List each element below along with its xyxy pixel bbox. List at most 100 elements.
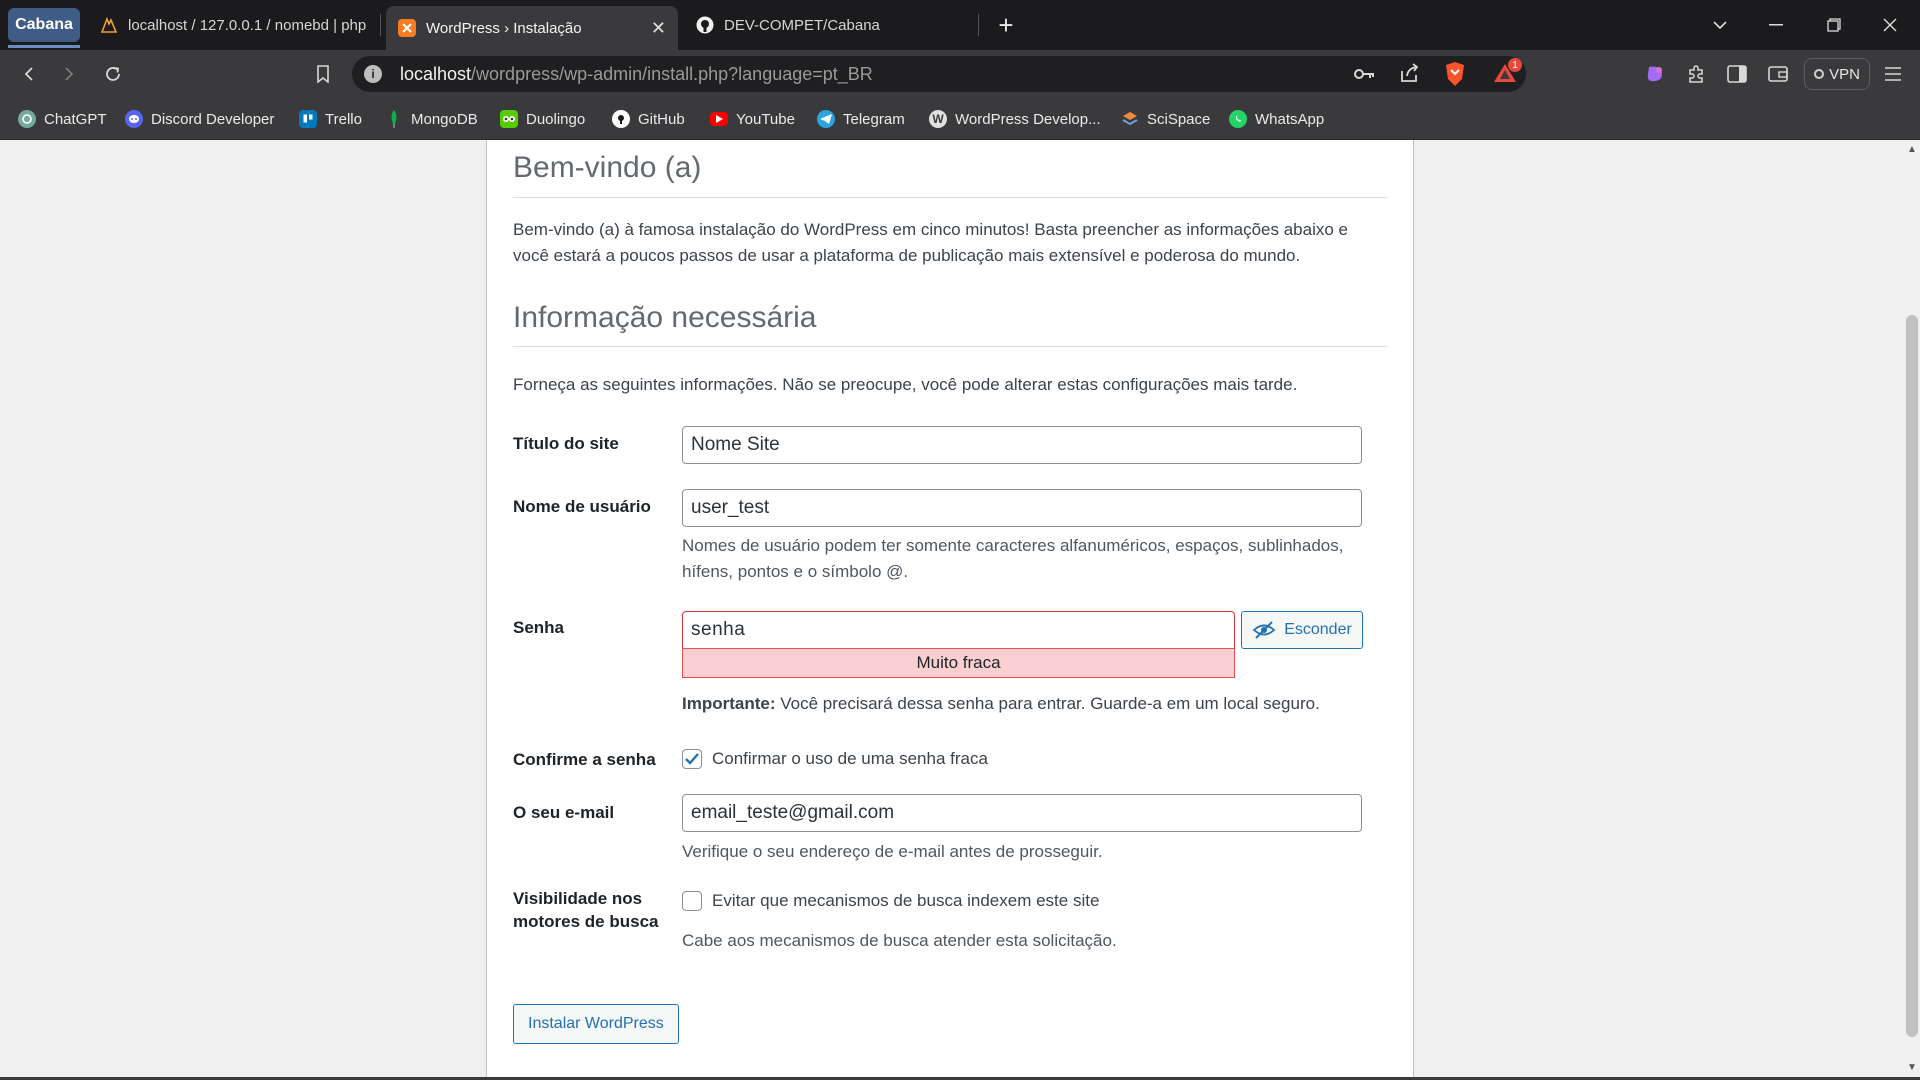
password-important-note: Importante: Você precisará dessa senha p… xyxy=(682,691,1382,717)
leo-ai-button[interactable] xyxy=(1640,59,1670,89)
bookmark-github[interactable]: GitHub xyxy=(612,108,685,130)
search-visibility-hint: Cabe aos mecanismos de busca atender est… xyxy=(682,931,1117,950)
password-input[interactable]: senha xyxy=(682,611,1235,649)
bookmark-wordpress-developer[interactable]: W WordPress Develop... xyxy=(929,108,1101,130)
info-heading: Informação necessária xyxy=(513,301,817,334)
trello-icon xyxy=(299,110,317,128)
discourage-search-engines-checkbox[interactable] xyxy=(682,891,702,911)
bookmark-label: Discord Developer xyxy=(151,110,275,128)
bookmark-button[interactable] xyxy=(308,59,338,89)
heading-divider xyxy=(513,197,1387,198)
eye-slash-icon xyxy=(1252,621,1276,639)
scroll-up-arrow[interactable]: ▲ xyxy=(1906,144,1918,155)
vpn-button[interactable]: VPN xyxy=(1804,58,1870,90)
bookmark-label: YouTube xyxy=(736,110,795,128)
confirm-weak-password-checkbox[interactable] xyxy=(682,749,702,769)
url-text[interactable]: localhost/wordpress/wp-admin/install.php… xyxy=(400,64,873,85)
close-window-button[interactable] xyxy=(1862,0,1918,50)
main-menu-button[interactable] xyxy=(1878,59,1908,89)
important-prefix: Importante: xyxy=(682,694,776,713)
tab-search-button[interactable] xyxy=(1692,0,1748,50)
tab-group-label: Cabana xyxy=(15,16,73,33)
bookmark-mongodb[interactable]: MongoDB xyxy=(385,108,478,130)
email-hint: Verifique o seu endereço de e-mail antes… xyxy=(682,842,1103,861)
discord-icon xyxy=(125,110,143,128)
reload-button[interactable] xyxy=(98,59,128,89)
install-wordpress-button[interactable]: Instalar WordPress xyxy=(513,1004,679,1044)
hamburger-menu-icon xyxy=(1885,67,1901,81)
duolingo-icon xyxy=(500,110,518,128)
email-input[interactable]: email_teste@gmail.com xyxy=(682,794,1362,832)
tab-strip: Cabana localhost / 127.0.0.1 / nomebd | … xyxy=(0,0,1920,50)
close-icon xyxy=(1883,18,1897,32)
bookmark-label: Trello xyxy=(325,110,362,128)
confirm-password-label: Confirme a senha xyxy=(513,750,656,769)
bookmark-whatsapp[interactable]: WhatsApp xyxy=(1229,108,1324,130)
youtube-icon xyxy=(710,112,728,126)
forward-button[interactable] xyxy=(54,59,84,89)
xampp-icon xyxy=(398,19,416,37)
checkmark-icon xyxy=(685,753,699,765)
bookmark-label: SciSpace xyxy=(1147,110,1211,128)
share-icon[interactable] xyxy=(1398,62,1420,89)
new-tab-plus: + xyxy=(998,9,1014,40)
bookmark-discord-developer[interactable]: Discord Developer xyxy=(125,108,274,130)
search-visibility-row: Evitar que mecanismos de busca indexem e… xyxy=(682,891,1099,911)
github-icon xyxy=(612,110,630,128)
password-strength-meter: Muito fraca xyxy=(682,648,1235,678)
tab-wordpress-install[interactable]: WordPress › Instalação ✕ xyxy=(386,6,678,50)
confirm-weak-password-text[interactable]: Confirmar o uso de uma senha fraca xyxy=(712,749,988,769)
tab-phpmyadmin[interactable]: localhost / 127.0.0.1 / nomebd | phpMyAd… xyxy=(88,6,378,44)
telegram-icon xyxy=(817,110,835,128)
bookmark-label: ChatGPT xyxy=(44,110,107,128)
restore-button[interactable] xyxy=(1806,0,1862,50)
url-host: localhost xyxy=(400,64,472,84)
browser-toolbar: i localhost/wordpress/wp-admin/install.p… xyxy=(0,50,1920,98)
new-tab-button[interactable]: + xyxy=(978,0,1034,50)
close-tab-icon[interactable]: ✕ xyxy=(641,18,666,39)
vpn-label: VPN xyxy=(1829,65,1860,83)
page-scrollbar[interactable]: ▲ ▼ xyxy=(1902,140,1920,1080)
brave-shields-icon[interactable] xyxy=(1444,61,1466,92)
tab-group-chip[interactable]: Cabana xyxy=(8,8,80,42)
mongodb-icon xyxy=(385,110,403,128)
bookmark-icon xyxy=(317,65,329,83)
bookmark-duolingo[interactable]: Duolingo xyxy=(500,108,585,130)
bookmark-youtube[interactable]: YouTube xyxy=(710,108,795,130)
back-button[interactable] xyxy=(14,59,44,89)
password-key-icon[interactable] xyxy=(1352,62,1376,91)
rewards-badge: 1 xyxy=(1508,58,1522,72)
bookmark-label: GitHub xyxy=(638,110,685,128)
welcome-text: Bem-vindo (a) à famosa instalação do Wor… xyxy=(513,220,1348,265)
info-text: Forneça as seguintes informações. Não se… xyxy=(513,375,1298,394)
bookmark-scispace[interactable]: SciSpace xyxy=(1121,108,1210,130)
wallet-button[interactable] xyxy=(1763,59,1793,89)
important-text: Você precisará dessa senha para entrar. … xyxy=(775,694,1320,713)
wordpress-icon: W xyxy=(929,110,947,128)
extensions-button[interactable] xyxy=(1681,59,1711,89)
email-label: O seu e-mail xyxy=(513,803,615,822)
username-input[interactable]: user_test xyxy=(682,489,1362,527)
hide-password-button[interactable]: Esconder xyxy=(1241,611,1363,649)
site-info-icon[interactable]: i xyxy=(364,65,382,83)
bookmark-trello[interactable]: Trello xyxy=(299,108,362,130)
tab-github-cabana[interactable]: DEV-COMPET/Cabana xyxy=(684,6,974,44)
minimize-button[interactable] xyxy=(1748,0,1804,50)
username-label: Nome de usuário xyxy=(513,497,651,516)
scrollbar-thumb[interactable] xyxy=(1906,315,1918,1037)
reload-icon xyxy=(106,67,120,81)
site-title-input[interactable]: Nome Site xyxy=(682,426,1362,464)
bookmark-chatgpt[interactable]: ChatGPT xyxy=(18,108,107,130)
restore-icon xyxy=(1827,18,1841,32)
tab-title: WordPress › Instalação xyxy=(426,19,582,37)
search-visibility-label: Visibilidade nos motores de busca xyxy=(513,889,659,931)
discourage-search-engines-text[interactable]: Evitar que mecanismos de busca indexem e… xyxy=(712,891,1099,911)
bookmarks-bar: ChatGPT Discord Developer Trello MongoDB… xyxy=(0,98,1920,140)
scroll-down-arrow[interactable]: ▼ xyxy=(1906,1062,1918,1073)
tab-separator xyxy=(380,14,381,36)
sidebar-button[interactable] xyxy=(1722,59,1752,89)
password-label: Senha xyxy=(513,618,565,637)
bookmark-telegram[interactable]: Telegram xyxy=(817,108,905,130)
address-bar[interactable]: i localhost/wordpress/wp-admin/install.p… xyxy=(352,56,1526,92)
site-title-label: Título do site xyxy=(513,434,619,453)
